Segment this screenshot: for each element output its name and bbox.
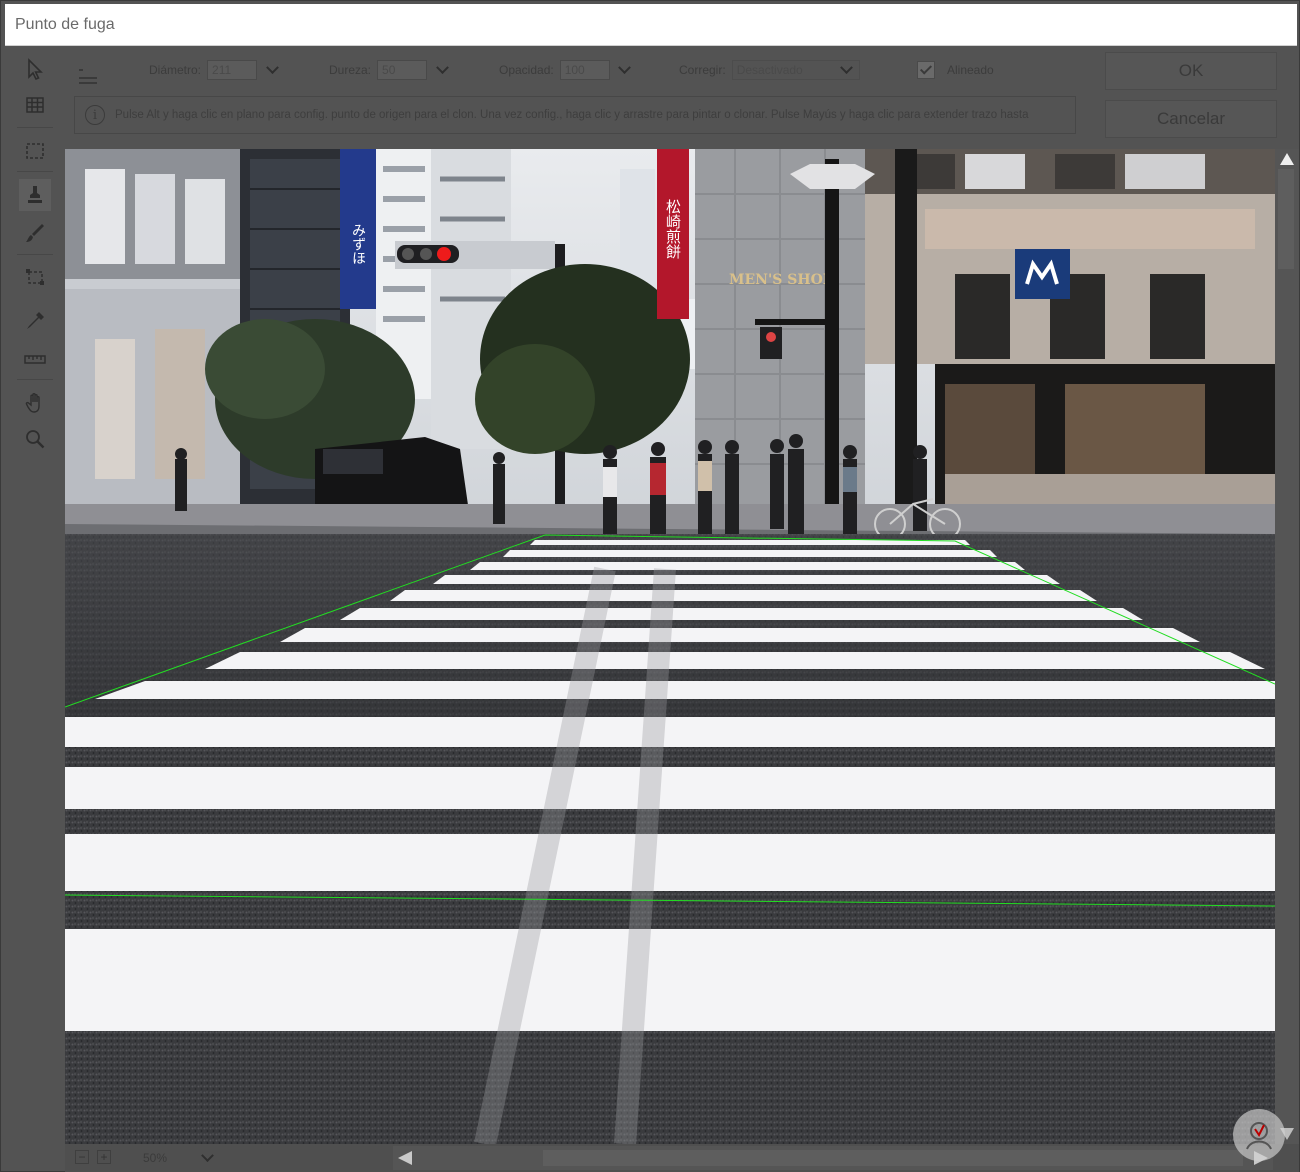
stamp-tool[interactable] xyxy=(19,179,51,211)
correct-dropdown[interactable] xyxy=(838,60,856,79)
eyedropper-tool[interactable] xyxy=(19,305,51,337)
vertical-scroll-thumb[interactable] xyxy=(1278,169,1294,269)
title-bar: Punto de fuga xyxy=(5,4,1297,46)
brush-icon xyxy=(26,224,44,242)
chevron-down-icon xyxy=(265,60,279,74)
transform-icon xyxy=(26,269,44,285)
zoom-in-button[interactable]: + xyxy=(97,1150,111,1164)
hand-icon xyxy=(25,393,40,413)
watermark-logo-icon xyxy=(1233,1109,1285,1161)
measure-tool[interactable] xyxy=(19,343,51,375)
hardness-input[interactable]: 50 xyxy=(377,60,428,80)
edit-plane-tool[interactable] xyxy=(19,53,51,85)
eyedropper-icon xyxy=(27,312,44,329)
correct-label: Corregir: xyxy=(679,63,726,77)
aligned-checkbox[interactable] xyxy=(917,61,935,79)
info-bar: i Pulse Alt y haga clic en plano para co… xyxy=(74,96,1076,134)
chevron-down-icon xyxy=(435,60,449,74)
magnifier-icon xyxy=(26,430,45,449)
status-bar: − + 50% xyxy=(65,1144,1299,1172)
ok-button[interactable]: OK xyxy=(1105,52,1277,90)
zoom-dropdown[interactable] xyxy=(197,1148,217,1167)
horizontal-scrollbar[interactable] xyxy=(393,1146,1273,1170)
opacity-control: Opacidad: 100 xyxy=(499,59,634,81)
options-bar: Diámetro: 211 Dureza: 50 Opacidad: 100 C… xyxy=(65,53,1105,87)
sign-vertical-red: 松崎煎餅 xyxy=(664,199,682,259)
aligned-control: Alineado xyxy=(917,59,994,81)
sign-store: MEN'S SHOP xyxy=(729,272,834,288)
brush-tool[interactable] xyxy=(19,217,51,249)
tool-separator xyxy=(17,379,53,380)
tool-separator xyxy=(17,127,53,128)
info-text: Pulse Alt y haga clic en plano para conf… xyxy=(115,109,1029,121)
cancel-button[interactable]: Cancelar xyxy=(1105,100,1277,138)
arrow-icon xyxy=(28,58,43,81)
diameter-input[interactable]: 211 xyxy=(207,60,258,80)
scroll-up-icon[interactable] xyxy=(1280,153,1294,165)
diameter-dropdown[interactable] xyxy=(263,60,281,79)
stamp-icon xyxy=(28,186,42,203)
hardness-dropdown[interactable] xyxy=(433,60,451,79)
info-icon: i xyxy=(85,105,105,125)
sign-vertical-blue: みずほ xyxy=(350,223,366,265)
marquee-icon xyxy=(26,143,44,159)
tool-separator xyxy=(17,171,53,172)
opacity-label: Opacidad: xyxy=(499,63,554,77)
ruler-icon xyxy=(24,355,46,364)
hardness-label: Dureza: xyxy=(329,63,372,77)
vanishing-point-dialog: Punto de fuga Diámetro: 211 Dureza: 50 O… xyxy=(0,0,1300,1172)
chevron-down-icon xyxy=(200,1148,214,1162)
window-title: Punto de fuga xyxy=(15,16,115,33)
flyout-menu-icon[interactable] xyxy=(79,63,97,84)
diameter-control: Diámetro: 211 xyxy=(149,59,281,81)
marquee-tool[interactable] xyxy=(19,135,51,167)
image-canvas[interactable]: みずほ 松崎煎餅 MEN'S SHOP xyxy=(65,149,1275,1144)
opacity-input[interactable]: 100 xyxy=(559,60,610,80)
aligned-label: Alineado xyxy=(947,63,994,77)
horizontal-scroll-thumb[interactable] xyxy=(543,1150,1243,1166)
opacity-dropdown[interactable] xyxy=(616,60,634,79)
correct-control: Corregir: Desactivado xyxy=(679,59,860,81)
diameter-label: Diámetro: xyxy=(149,63,202,77)
grid-icon xyxy=(26,97,44,113)
zoom-out-button[interactable]: − xyxy=(75,1150,89,1164)
chevron-down-icon xyxy=(618,60,632,74)
create-plane-tool[interactable] xyxy=(19,89,51,121)
scroll-left-icon[interactable] xyxy=(398,1151,412,1165)
transform-tool[interactable] xyxy=(19,261,51,293)
zoom-tool[interactable] xyxy=(19,423,51,455)
vertical-scrollbar[interactable] xyxy=(1275,149,1299,1144)
street-crosswalk-photo: みずほ 松崎煎餅 MEN'S SHOP xyxy=(65,149,1275,1144)
hardness-control: Dureza: 50 xyxy=(329,59,451,81)
chevron-down-icon xyxy=(840,60,854,74)
zoom-level[interactable]: 50% xyxy=(143,1151,167,1165)
hand-tool[interactable] xyxy=(19,387,51,419)
tool-separator xyxy=(17,254,53,255)
